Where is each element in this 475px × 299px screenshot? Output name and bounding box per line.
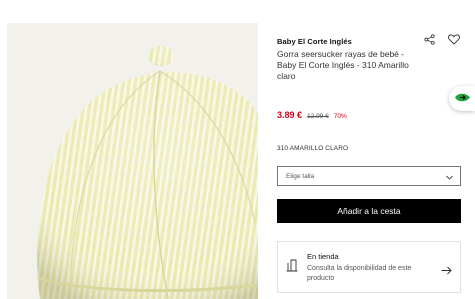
product-info-panel: Baby El Corte Inglés Gorra seersucker ra… — [277, 0, 462, 299]
previous-image-strip — [0, 23, 7, 299]
selected-color-label: 310 AMARILLO CLARO — [277, 145, 349, 152]
green-tag-icon — [454, 90, 471, 108]
product-title: Gorra seersucker rayas de bebé - Baby El… — [277, 49, 409, 81]
discount-badge: 70% — [333, 113, 347, 120]
product-image-gallery[interactable] — [0, 23, 258, 299]
product-image — [0, 23, 258, 299]
store-icon — [286, 259, 298, 277]
original-price: 12.99 € — [307, 113, 329, 120]
price-block: 3.89 € 12.99 € 70% — [277, 110, 347, 120]
size-select[interactable]: Elige talla — [277, 166, 461, 186]
floating-side-tab[interactable] — [449, 86, 475, 111]
store-card-description: Consulta la disponibilidad de este produ… — [307, 265, 412, 282]
heart-icon[interactable] — [446, 31, 462, 47]
arrow-right-icon — [441, 262, 452, 280]
chevron-down-icon — [446, 167, 453, 185]
share-icon[interactable] — [421, 31, 437, 47]
add-to-cart-button[interactable]: Añadir a la cesta — [277, 199, 461, 223]
store-availability-card[interactable]: En tienda Consulta la disponibilidad de … — [277, 241, 461, 293]
store-card-title: En tienda — [307, 252, 339, 261]
product-actions — [421, 31, 462, 47]
current-price: 3.89 € — [277, 110, 303, 120]
product-brand[interactable]: Baby El Corte Inglés — [277, 37, 352, 46]
size-select-placeholder: Elige talla — [286, 172, 315, 180]
